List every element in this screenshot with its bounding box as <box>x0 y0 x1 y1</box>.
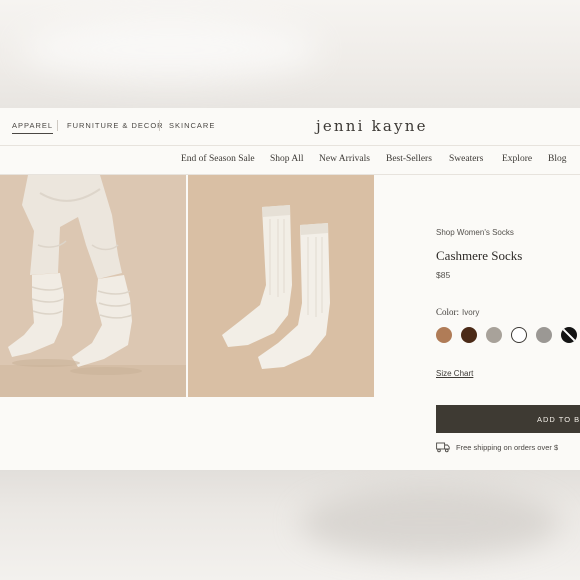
color-swatch-grey[interactable] <box>536 327 552 343</box>
category-divider <box>57 120 58 131</box>
nav-sweaters[interactable]: Sweaters <box>449 154 483 164</box>
color-swatch-ivory[interactable] <box>511 327 527 343</box>
product-image-model[interactable] <box>0 175 186 397</box>
color-label: Color: <box>436 307 460 317</box>
size-chart-link[interactable]: Size Chart <box>436 369 473 378</box>
color-value: Ivory <box>462 308 480 317</box>
color-swatch-chocolate[interactable] <box>461 327 477 343</box>
socks-flatlay-illustration <box>188 175 374 397</box>
product-title: Cashmere Socks <box>436 248 523 263</box>
nav-end-of-season-sale[interactable]: End of Season Sale <box>181 154 255 164</box>
nav-shop-all[interactable]: Shop All <box>270 154 304 164</box>
category-skincare[interactable]: SKINCARE <box>169 121 215 130</box>
nav-explore[interactable]: Explore <box>502 154 532 164</box>
brand-logo[interactable]: jenni kayne <box>316 117 428 135</box>
add-to-bag-button[interactable]: ADD TO BAG <box>436 405 580 433</box>
category-apparel[interactable]: APPAREL <box>12 121 54 134</box>
product-page: APPAREL FURNITURE & DECOR SKINCARE jenni… <box>0 108 580 470</box>
breadcrumb[interactable]: Shop Women's Socks <box>436 228 514 237</box>
color-swatch-black[interactable] <box>561 327 577 343</box>
color-selector-label: Color: Ivory <box>436 307 479 317</box>
nav-blog[interactable]: Blog <box>548 154 566 164</box>
truck-icon <box>436 442 450 453</box>
backdrop-blur <box>300 488 560 558</box>
nav-new-arrivals[interactable]: New Arrivals <box>319 154 370 164</box>
top-header: APPAREL FURNITURE & DECOR SKINCARE jenni… <box>0 108 580 146</box>
category-divider <box>159 120 160 131</box>
color-swatch-oatmeal[interactable] <box>486 327 502 343</box>
backdrop-highlight <box>20 20 320 80</box>
product-image-flatlay[interactable] <box>188 175 374 397</box>
nav-best-sellers[interactable]: Best-Sellers <box>386 154 432 164</box>
model-legs-illustration <box>0 175 186 397</box>
color-swatch-camel[interactable] <box>436 327 452 343</box>
shipping-note: Free shipping on orders over $ <box>456 443 559 452</box>
product-price: $85 <box>436 270 451 280</box>
category-furniture-decor[interactable]: FURNITURE & DECOR <box>67 121 164 130</box>
main-nav: End of Season Sale Shop All New Arrivals… <box>0 146 580 175</box>
